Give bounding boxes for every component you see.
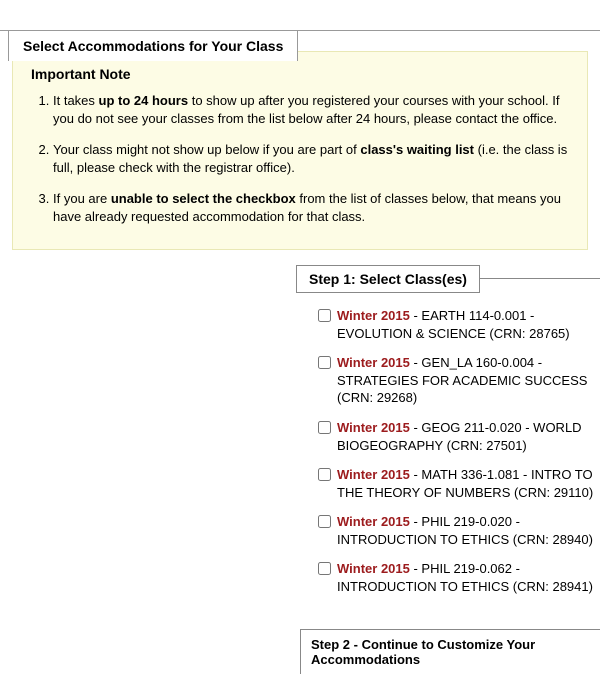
note-text-strong: up to 24 hours [99,93,189,108]
class-row: Winter 2015 - MATH 336-1.081 - INTRO TO … [318,466,600,501]
class-row: Winter 2015 - GEN_LA 160-0.004 - STRATEG… [318,354,600,407]
class-row: Winter 2015 - PHIL 219-0.062 - INTRODUCT… [318,560,600,595]
class-term: Winter 2015 [337,355,410,370]
class-checkbox[interactable] [318,356,331,369]
class-label: Winter 2015 - PHIL 219-0.062 - INTRODUCT… [337,560,600,595]
important-note-box: Important Note It takes up to 24 hours t… [12,51,588,250]
class-term: Winter 2015 [337,308,410,323]
important-note-list: It takes up to 24 hours to show up after… [53,92,569,225]
class-checkbox[interactable] [318,309,331,322]
class-label: Winter 2015 - PHIL 219-0.020 - INTRODUCT… [337,513,600,548]
class-term: Winter 2015 [337,467,410,482]
step2-button[interactable]: Step 2 - Continue to Customize Your Acco… [300,629,600,674]
class-row: Winter 2015 - EARTH 114-0.001 - EVOLUTIO… [318,307,600,342]
class-label: Winter 2015 - GEOG 211-0.020 - WORLD BIO… [337,419,600,454]
class-checkbox[interactable] [318,515,331,528]
note-text-pre: It takes [53,93,99,108]
class-row: Winter 2015 - PHIL 219-0.020 - INTRODUCT… [318,513,600,548]
step1-fieldset: Step 1: Select Class(es) Winter 2015 - E… [300,278,600,619]
class-label: Winter 2015 - MATH 336-1.081 - INTRO TO … [337,466,600,501]
note-item: It takes up to 24 hours to show up after… [53,92,569,127]
important-note-title: Important Note [31,66,569,82]
note-text-strong: unable to select the checkbox [111,191,296,206]
note-text-strong: class's waiting list [360,142,474,157]
note-item: Your class might not show up below if yo… [53,141,569,176]
step1-legend: Step 1: Select Class(es) [296,265,480,293]
class-term: Winter 2015 [337,420,410,435]
tab-title: Select Accommodations for Your Class [8,30,298,61]
class-term: Winter 2015 [337,514,410,529]
note-text-pre: Your class might not show up below if yo… [53,142,360,157]
class-term: Winter 2015 [337,561,410,576]
class-label: Winter 2015 - GEN_LA 160-0.004 - STRATEG… [337,354,600,407]
note-text-pre: If you are [53,191,111,206]
class-checkbox[interactable] [318,468,331,481]
note-item: If you are unable to select the checkbox… [53,190,569,225]
class-label: Winter 2015 - EARTH 114-0.001 - EVOLUTIO… [337,307,600,342]
tab-body: Important Note It takes up to 24 hours t… [0,30,600,674]
class-row: Winter 2015 - GEOG 211-0.020 - WORLD BIO… [318,419,600,454]
accommodations-tab: Select Accommodations for Your Class Imp… [0,30,600,674]
class-checkbox[interactable] [318,562,331,575]
class-checkbox[interactable] [318,421,331,434]
